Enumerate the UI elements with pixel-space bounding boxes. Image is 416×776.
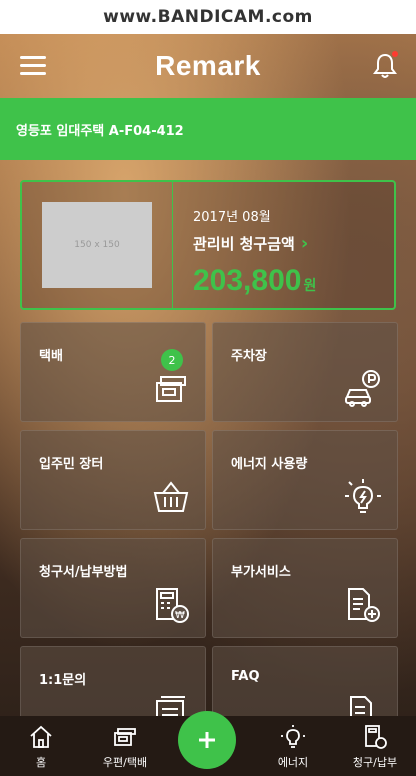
bill-amount: 203,800 원 — [193, 264, 394, 298]
app-header: Remark — [0, 34, 416, 98]
tile-label: FAQ — [231, 669, 260, 684]
parking-car-icon — [343, 369, 383, 409]
tile-energy[interactable]: 에너지 사용량 — [212, 430, 398, 530]
address-label: 영등포 임대주택 A-F04-412 — [16, 123, 184, 139]
svg-text:₩: ₩ — [175, 610, 185, 621]
tile-bill-payment[interactable]: 청구서/납부방법 ₩ — [20, 538, 206, 638]
bill-amount-value: 203,800 — [193, 264, 302, 297]
bill-title-text: 관리비 청구금액 — [193, 235, 295, 253]
parcel-count-badge: 2 — [161, 349, 183, 371]
tab-billing[interactable]: 청구/납부 — [340, 716, 410, 776]
add-button[interactable] — [178, 711, 236, 769]
tile-market[interactable]: 입주민 장터 — [20, 430, 206, 530]
chevron-right-icon: › — [300, 233, 309, 254]
lightbulb-icon — [343, 477, 383, 517]
app-logo: Remark — [155, 50, 261, 81]
tile-label: 택배 — [39, 349, 63, 364]
tile-label: 에너지 사용량 — [231, 457, 308, 472]
menu-icon[interactable] — [20, 56, 46, 76]
watermark: www.BANDICAM.com — [0, 0, 416, 34]
tile-label: 입주민 장터 — [39, 457, 104, 472]
bill-calculator-icon: ₩ — [151, 585, 191, 625]
bill-image-placeholder: 150 x 150 — [42, 202, 152, 288]
tab-mail-parcel[interactable]: 우편/택배 — [90, 716, 160, 776]
tab-billing-label: 청구/납부 — [352, 756, 398, 769]
tile-extra-services[interactable]: 부가서비스 — [212, 538, 398, 638]
tile-label: 청구서/납부방법 — [39, 565, 128, 580]
tab-home[interactable]: 홈 — [6, 716, 76, 776]
address-bar[interactable]: 영등포 임대주택 A-F04-412 — [0, 98, 416, 160]
parcel-icon — [113, 725, 137, 749]
bill-title: 관리비 청구금액 › — [193, 233, 394, 254]
notification-dot — [391, 51, 398, 57]
parcel-icon — [151, 369, 191, 409]
tab-energy[interactable]: 에너지 — [258, 716, 328, 776]
bill-month: 2017년 08월 — [193, 210, 271, 225]
bill-card[interactable]: 150 x 150 2017년 08월 관리비 청구금액 › 203,800 원 — [20, 180, 396, 310]
bill-currency: 원 — [303, 277, 317, 293]
tile-parcel[interactable]: 택배 2 — [20, 322, 206, 422]
bill-calculator-icon — [363, 725, 387, 749]
tile-parking[interactable]: 주차장 — [212, 322, 398, 422]
tab-mail-label: 우편/택배 — [102, 756, 148, 769]
basket-icon — [151, 477, 191, 517]
tile-label: 1:1문의 — [39, 673, 87, 688]
tile-label: 주차장 — [231, 349, 267, 364]
lightbulb-icon — [281, 725, 305, 749]
tile-label: 부가서비스 — [231, 565, 291, 580]
home-icon — [29, 725, 53, 749]
document-add-icon — [343, 585, 383, 625]
tab-home-label: 홈 — [35, 756, 47, 769]
tab-energy-label: 에너지 — [277, 756, 309, 769]
plus-icon — [199, 732, 215, 748]
bell-icon[interactable] — [370, 51, 400, 81]
